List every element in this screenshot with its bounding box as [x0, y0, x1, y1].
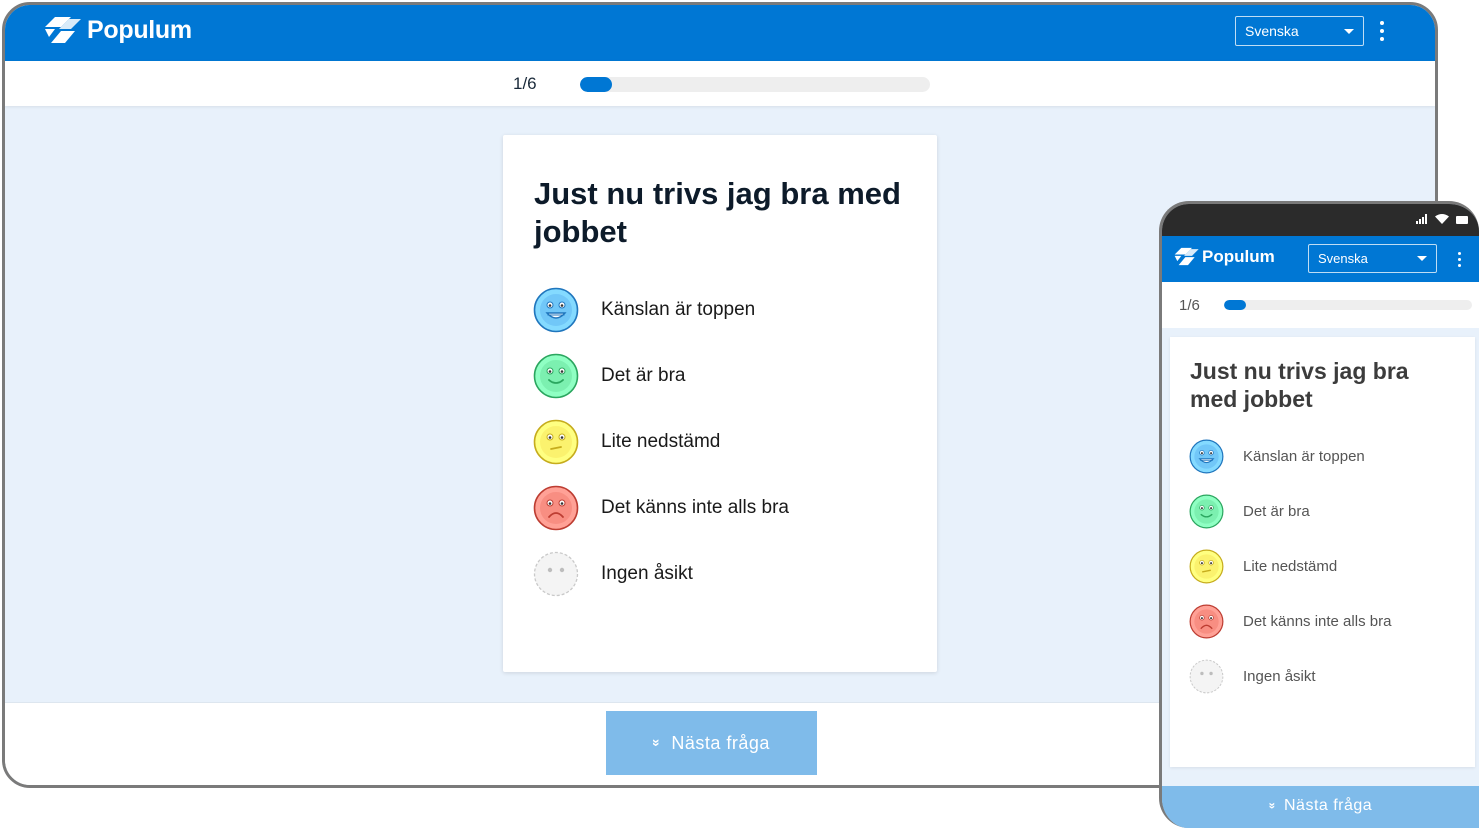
progress-track [1224, 300, 1472, 310]
progress-section: 1/6 [1162, 282, 1479, 328]
next-question-button[interactable]: » Nästa fråga [606, 711, 817, 775]
answer-option[interactable]: Det är bra [533, 352, 685, 400]
populum-logo-icon [1174, 247, 1199, 266]
brand-name: Populum [1202, 246, 1275, 266]
mobile-survey-window: Populum Svenska 1/6 Just nu trivs jag br… [1159, 201, 1479, 828]
question-title: Just nu trivs jag bra med jobbet [1190, 358, 1409, 412]
answer-option[interactable]: Känslan är toppen [1189, 438, 1365, 474]
meh-face-icon [533, 419, 579, 465]
answer-option[interactable]: Det känns inte alls bra [1189, 603, 1391, 639]
answer-option[interactable]: Det är bra [1189, 493, 1310, 529]
progress-fill [580, 77, 612, 92]
answer-option-label: Det är bra [1243, 502, 1310, 520]
footer-bar: » Nästa fråga [1162, 786, 1479, 828]
answer-option-label: Lite nedstämd [601, 431, 721, 452]
answer-option-label: Det känns inte alls bra [1243, 612, 1392, 630]
question-card: Just nu trivs jag bra med jobbet Känslan… [1170, 337, 1475, 767]
brand-name: Populum [87, 15, 192, 44]
language-select[interactable]: Svenska [1235, 16, 1364, 46]
answer-option[interactable]: Ingen åsikt [533, 550, 693, 598]
meh-face-icon [1189, 549, 1224, 584]
next-question-label: Nästa fråga [1283, 797, 1373, 814]
populum-logo[interactable]: Populum [1172, 246, 1275, 267]
question-title: Just nu trivs jag bra med jobbet [534, 176, 901, 249]
language-select-value: Svenska [1318, 251, 1368, 266]
populum-logo[interactable]: Populum [41, 15, 192, 45]
language-select-value: Svenska [1245, 23, 1299, 39]
progress-fill [1224, 300, 1247, 310]
very-happy-face-icon [533, 287, 579, 333]
double-chevron-down-icon: » [1265, 802, 1280, 810]
answer-option-label: Känslan är toppen [601, 299, 756, 320]
progress-track [580, 77, 930, 92]
answer-option-label: Det är bra [601, 365, 686, 386]
neutral-face-icon [1189, 659, 1224, 694]
answer-option[interactable]: Lite nedstämd [1189, 548, 1337, 584]
answer-option-label: Lite nedstämd [1243, 557, 1338, 575]
caret-down-icon [1344, 28, 1354, 34]
wifi-icon [1435, 214, 1449, 224]
happy-face-icon [533, 353, 579, 399]
neutral-face-icon [533, 551, 579, 597]
more-menu-icon[interactable] [1377, 21, 1387, 41]
answer-option[interactable]: Känslan är toppen [533, 286, 755, 334]
answer-option-label: Känslan är toppen [1243, 447, 1365, 465]
answer-option[interactable]: Lite nedstämd [533, 418, 720, 466]
mobile-header: Populum Svenska [1162, 236, 1479, 282]
answer-option-label: Ingen åsikt [601, 563, 693, 584]
sad-face-icon [1189, 604, 1224, 639]
progress-text: 1/6 [513, 74, 537, 93]
very-happy-face-icon [1189, 439, 1224, 474]
answer-option[interactable]: Det känns inte alls bra [533, 484, 789, 532]
answer-option-label: Ingen åsikt [1243, 667, 1316, 685]
phone-status-bar [1162, 204, 1479, 236]
happy-face-icon [1189, 494, 1224, 529]
language-select[interactable]: Svenska [1308, 244, 1437, 273]
next-question-label: Nästa fråga [671, 732, 770, 753]
progress-text: 1/6 [1179, 297, 1200, 314]
answer-option[interactable]: Ingen åsikt [1189, 658, 1316, 694]
top-header: Populum Svenska [5, 5, 1435, 61]
caret-down-icon [1417, 256, 1427, 261]
question-card: Just nu trivs jag bra med jobbet Känslan… [503, 135, 937, 672]
populum-logo-icon [45, 17, 81, 43]
answer-option-label: Det känns inte alls bra [601, 497, 789, 518]
double-chevron-down-icon: » [649, 738, 666, 748]
next-question-button[interactable]: » Nästa fråga [1162, 786, 1479, 828]
sad-face-icon [533, 485, 579, 531]
battery-icon [1456, 216, 1468, 224]
progress-section: 1/6 [5, 61, 1435, 106]
signal-icon [1416, 214, 1427, 224]
more-menu-icon[interactable] [1455, 252, 1463, 267]
